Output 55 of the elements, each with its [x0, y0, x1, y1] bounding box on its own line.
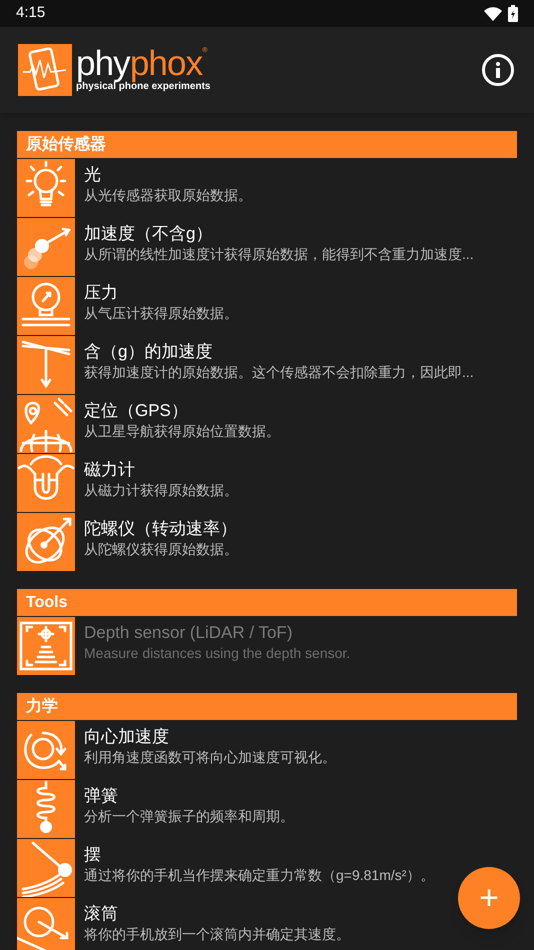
logo-tagline: physical phone experiments: [76, 81, 210, 93]
item-title: 压力: [84, 282, 119, 304]
category-header: Tools: [17, 589, 517, 616]
experiment-item[interactable]: 向心加速度 利用角速度函数可将向心加速度可视化。: [17, 721, 338, 780]
item-description: 从光传感器获取原始数据。: [84, 186, 252, 204]
phone-logo-icon: [18, 44, 72, 96]
circular-arrows-icon: [17, 721, 75, 779]
experiment-item[interactable]: 磁力计 从磁力计获得原始数据。: [17, 454, 240, 513]
item-title: 滚筒: [84, 903, 119, 925]
item-title: Depth sensor (LiDAR / ToF): [84, 622, 294, 644]
item-title: 向心加速度: [84, 726, 170, 748]
item-description: 分析一个弹簧振子的频率和周期。: [84, 807, 294, 825]
experiment-item[interactable]: 定位（GPS） 从卫星导航获得原始位置数据。: [17, 395, 282, 454]
item-description: Measure distances using the depth sensor.: [84, 644, 350, 662]
category-header: 原始传感器: [17, 131, 517, 158]
category-header: 力学: [17, 693, 517, 720]
item-title: 加速度（不含g）: [84, 223, 214, 245]
gyroscope-icon: [17, 513, 75, 571]
experiment-item[interactable]: 摆 通过将你的手机当作摆来确定重力常数（g=9.81m/s²）。: [17, 839, 436, 898]
bulb-icon: [17, 159, 75, 217]
item-description: 从气压计获得原始数据。: [84, 304, 238, 322]
experiment-item[interactable]: 加速度（不含g） 从所谓的线性加速度计获得原始数据，能得到不含重力加速度...: [17, 218, 476, 277]
item-description: 从磁力计获得原始数据。: [84, 481, 238, 499]
item-title: 含（g）的加速度: [84, 341, 214, 363]
item-title: 磁力计: [84, 459, 136, 481]
gauge-icon: [17, 277, 75, 335]
item-title: 光: [84, 164, 102, 186]
item-description: 获得加速度计的原始数据。这个传感器不会扣除重力，因此即...: [84, 363, 474, 381]
item-title: 陀螺仪（转动速率）: [84, 518, 238, 540]
item-title: 摆: [84, 844, 102, 866]
experiment-item[interactable]: 光 从光传感器获取原始数据。: [17, 159, 254, 218]
experiment-item[interactable]: 压力 从气压计获得原始数据。: [17, 277, 240, 336]
experiment-item[interactable]: 弹簧 分析一个弹簧振子的频率和周期。: [17, 780, 296, 839]
spring-icon: [17, 780, 75, 838]
experiment-item[interactable]: 陀螺仪（转动速率） 从陀螺仪获得原始数据。: [17, 513, 240, 572]
item-description: 通过将你的手机当作摆来确定重力常数（g=9.81m/s²）。: [84, 866, 434, 884]
item-description: 利用角速度函数可将向心加速度可视化。: [84, 748, 336, 766]
pendulum-icon: [17, 839, 75, 897]
item-description: 从所谓的线性加速度计获得原始数据，能得到不含重力加速度...: [84, 245, 474, 263]
item-title: 定位（GPS）: [84, 400, 189, 422]
logo-wordmark: phyphox: [76, 47, 202, 81]
depth-frame-icon: [17, 617, 75, 675]
info-button[interactable]: [482, 54, 514, 86]
info-icon: [495, 62, 501, 78]
status-time: 4:15: [16, 3, 46, 24]
item-description: 从卫星导航获得原始位置数据。: [84, 422, 280, 440]
battery-icon: [508, 5, 518, 22]
location-globe-icon: [17, 395, 75, 453]
item-description: 从陀螺仪获得原始数据。: [84, 540, 238, 558]
experiment-item[interactable]: 含（g）的加速度 获得加速度计的原始数据。这个传感器不会扣除重力，因此即...: [17, 336, 476, 395]
item-description: 将你的手机放到一个滚筒内并确定其速度。: [84, 925, 350, 943]
wifi-icon: [484, 6, 502, 20]
item-title: 弹簧: [84, 785, 119, 807]
experiment-item[interactable]: 滚筒 将你的手机放到一个滚筒内并确定其速度。: [17, 898, 352, 950]
rolling-cylinder-icon: [17, 898, 75, 950]
